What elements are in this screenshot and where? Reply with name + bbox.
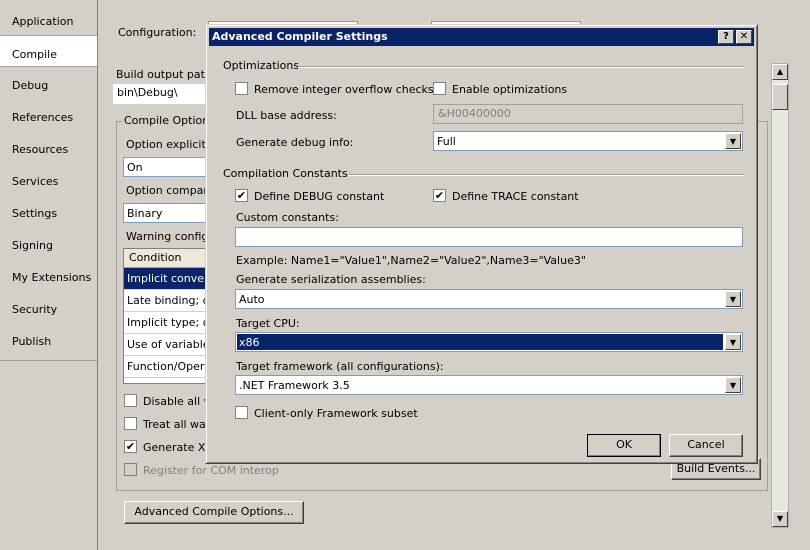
combo-value: Auto: [239, 293, 265, 306]
constants-separator: [348, 174, 744, 176]
configuration-label: Configuration:: [118, 26, 197, 39]
vertical-scrollbar[interactable]: ▲ ▼: [771, 63, 789, 528]
chevron-down-icon[interactable]: ▼: [725, 334, 741, 350]
warning-configurations-label: Warning configu: [126, 230, 216, 243]
scroll-thumb[interactable]: [772, 84, 788, 110]
tab-label: Publish: [12, 335, 52, 348]
register-com-label: Register for COM interop: [143, 464, 279, 477]
chevron-down-icon[interactable]: ▼: [725, 133, 741, 149]
define-trace-checkbox[interactable]: ✔: [433, 189, 446, 202]
optimizations-label: Optimizations: [223, 59, 300, 72]
client-only-label: Client-only Framework subset: [254, 407, 418, 420]
tab-compile[interactable]: Compile: [0, 35, 101, 67]
client-only-checkbox[interactable]: [235, 406, 248, 419]
chevron-down-icon[interactable]: ▼: [725, 377, 741, 393]
tab-label: My Extensions: [12, 271, 92, 284]
target-framework-label: Target framework (all configurations):: [236, 360, 444, 373]
debug-info-combo[interactable]: Full ▼: [433, 131, 743, 151]
dll-base-label: DLL base address:: [236, 109, 337, 122]
tab-label: Security: [12, 303, 58, 316]
debug-info-label: Generate debug info:: [236, 136, 354, 149]
treat-all-warnings-checkbox[interactable]: [124, 417, 137, 430]
tab-label: Signing: [12, 239, 54, 252]
tab-my-extensions[interactable]: My Extensions: [0, 259, 99, 291]
chevron-down-icon[interactable]: ▼: [725, 291, 741, 307]
close-button[interactable]: ✕: [736, 30, 752, 44]
combo-value: Full: [437, 135, 456, 148]
optimizations-separator: [298, 66, 744, 68]
target-cpu-label: Target CPU:: [236, 317, 300, 330]
tab-settings[interactable]: Settings: [0, 195, 99, 227]
target-cpu-combo[interactable]: x86 ▼: [235, 332, 743, 352]
dialog-title: Advanced Compiler Settings: [212, 30, 388, 43]
example-text: Example: Name1="Value1",Name2="Value2",N…: [236, 254, 586, 267]
scroll-down-button[interactable]: ▼: [772, 511, 788, 527]
selection-highlight: [237, 334, 723, 350]
enable-optimizations-label: Enable optimizations: [452, 83, 568, 96]
tab-label: References: [12, 111, 74, 124]
define-debug-checkbox[interactable]: ✔: [235, 189, 248, 202]
enable-optimizations-checkbox[interactable]: [433, 82, 446, 95]
scroll-up-button[interactable]: ▲: [772, 64, 788, 80]
generate-xml-checkbox[interactable]: ✔: [124, 440, 137, 453]
tab-strip-footer: [0, 360, 101, 550]
tab-publish[interactable]: Publish: [0, 323, 99, 355]
combo-value: x86: [239, 336, 260, 349]
serialization-label: Generate serialization assemblies:: [236, 273, 426, 286]
tab-references[interactable]: References: [0, 99, 99, 131]
disable-all-warnings-checkbox[interactable]: [124, 394, 137, 407]
combo-value: .NET Framework 3.5: [239, 379, 350, 392]
combo-value: Binary: [127, 207, 163, 220]
define-trace-label: Define TRACE constant: [452, 190, 579, 203]
tab-application[interactable]: Application: [0, 3, 99, 35]
tab-label: Resources: [12, 143, 69, 156]
tab-services[interactable]: Services: [0, 163, 99, 195]
tab-label: Compile: [12, 48, 57, 61]
tab-label: Services: [12, 175, 59, 188]
target-framework-combo[interactable]: .NET Framework 3.5 ▼: [235, 375, 743, 395]
define-debug-label: Define DEBUG constant: [254, 190, 385, 203]
tab-label: Settings: [12, 207, 58, 220]
option-explicit-label: Option explicit:: [126, 138, 210, 151]
tab-security[interactable]: Security: [0, 291, 99, 323]
build-output-label: Build output path:: [116, 68, 216, 81]
custom-constants-field[interactable]: [235, 227, 743, 247]
compilation-constants-label: Compilation Constants: [223, 167, 348, 180]
dialog-titlebar[interactable]: Advanced Compiler Settings ? ✕: [209, 28, 754, 46]
remove-overflow-checkbox[interactable]: [235, 82, 248, 95]
advanced-compiler-settings-dialog: Advanced Compiler Settings ? ✕ Optimizat…: [205, 24, 758, 464]
combo-value: On: [127, 161, 143, 174]
tab-label: Debug: [12, 79, 49, 92]
cancel-button[interactable]: Cancel: [669, 434, 743, 457]
advanced-compile-options-button[interactable]: Advanced Compile Options...: [124, 501, 304, 524]
tab-signing[interactable]: Signing: [0, 227, 99, 259]
tab-debug[interactable]: Debug: [0, 67, 99, 99]
dll-base-field[interactable]: &H00400000: [433, 104, 743, 124]
help-button[interactable]: ?: [718, 30, 734, 44]
custom-constants-label: Custom constants:: [236, 211, 339, 224]
tab-label: Application: [12, 15, 74, 28]
ok-button[interactable]: OK: [587, 434, 661, 457]
build-output-field[interactable]: bin\Debug\: [113, 84, 218, 104]
remove-overflow-label: Remove integer overflow checks: [254, 83, 434, 96]
register-com-checkbox[interactable]: [124, 463, 137, 476]
serialization-combo[interactable]: Auto ▼: [235, 289, 743, 309]
tab-resources[interactable]: Resources: [0, 131, 99, 163]
